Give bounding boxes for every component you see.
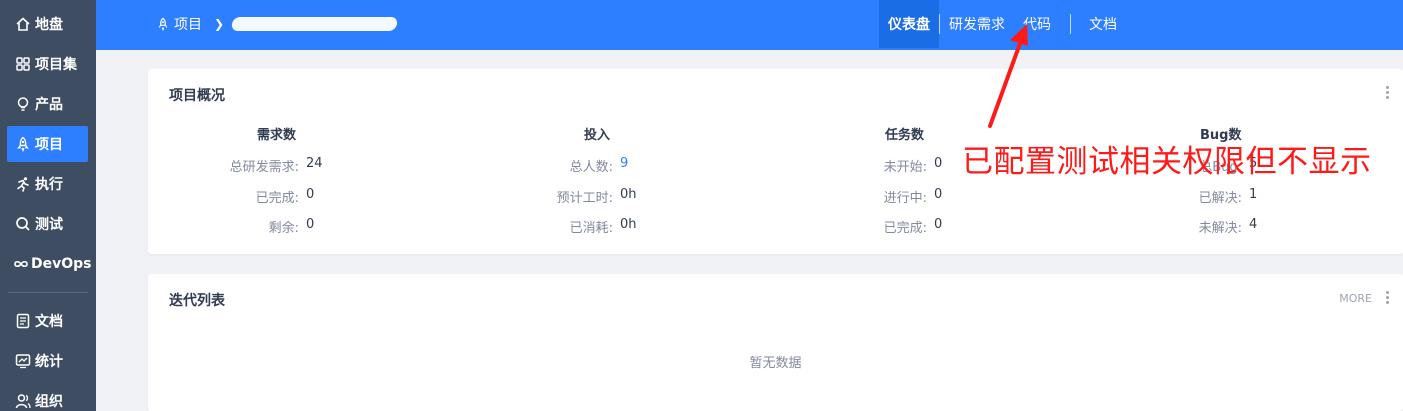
stat-value: 0	[306, 187, 315, 202]
chevron-right-icon: ❯	[214, 17, 225, 31]
more-options-icon[interactable]	[1386, 86, 1390, 101]
breadcrumb: 项目 ❯	[156, 0, 399, 48]
sidebar-item-project[interactable]: 项目	[7, 126, 88, 162]
stat-label: 未解决:	[1198, 221, 1242, 236]
rocket-icon	[13, 136, 33, 152]
empty-state-text: 暂无数据	[749, 356, 802, 371]
nav-divider	[1070, 14, 1071, 34]
iteration-list-card: 迭代列表 MORE 暂无数据	[148, 274, 1403, 411]
sidebar-item-label: 执行	[35, 177, 63, 193]
stat-label: 总研发需求:	[229, 160, 299, 175]
sidebar-item-program[interactable]: 项目集	[7, 46, 88, 82]
grid-icon	[13, 56, 33, 72]
sidebar-item-label: 地盘	[35, 17, 63, 33]
stat-label: 预计工时:	[556, 191, 613, 206]
stat-value: 0	[306, 217, 315, 232]
stat-value: 1	[1249, 187, 1258, 202]
column-title: 需求数	[257, 128, 297, 143]
lightbulb-icon	[13, 96, 33, 112]
sidebar-item-label: 组织	[35, 394, 63, 410]
top-header: 项目 ❯ 仪表盘 研发需求 代码 文档	[96, 0, 1403, 50]
sidebar-item-devops[interactable]: DevOps	[7, 246, 92, 282]
stat-label: 剩余:	[268, 221, 299, 236]
stat-value: 0	[934, 217, 943, 232]
more-options-icon[interactable]	[1386, 291, 1390, 306]
stat-value: 0h	[620, 217, 637, 232]
column-title: 任务数	[885, 128, 925, 143]
stat-value: 0	[934, 187, 943, 202]
home-icon	[13, 16, 33, 32]
stat-value: 0	[934, 156, 943, 171]
stat-label: 已解决:	[1198, 191, 1242, 206]
stat-value: 4	[1249, 217, 1258, 232]
infinity-icon	[13, 256, 29, 272]
stat-label: 已完成:	[883, 221, 927, 236]
stat-label: 已完成:	[255, 191, 299, 206]
stat-value: 24	[306, 156, 323, 171]
document-icon	[13, 313, 33, 329]
stat-label: 已消耗:	[569, 221, 613, 236]
sidebar-item-organization[interactable]: 组织	[7, 383, 88, 411]
users-icon	[13, 393, 33, 409]
sidebar-item-label: 项目集	[35, 57, 77, 73]
tab-docs[interactable]: 文档	[1080, 0, 1126, 48]
magnifier-icon	[13, 216, 33, 232]
sidebar-item-test[interactable]: 测试	[7, 206, 88, 242]
rocket-icon	[158, 17, 168, 31]
run-icon	[13, 176, 33, 192]
stat-label: 未开始:	[883, 160, 927, 175]
sidebar-item-label: 产品	[35, 97, 63, 113]
tab-dashboard[interactable]: 仪表盘	[879, 0, 939, 48]
card-title: 迭代列表	[169, 293, 225, 309]
card-title: 项目概况	[169, 88, 225, 104]
stat-value: 0h	[620, 187, 637, 202]
stat-label: 总人数:	[569, 160, 613, 175]
sidebar-item-label: 文档	[35, 314, 63, 330]
sidebar-item-execution[interactable]: 执行	[7, 166, 88, 202]
sidebar-item-dashboard[interactable]: 地盘	[7, 6, 88, 42]
annotation-text: 已配置测试相关权限但不显示	[962, 144, 1372, 180]
more-link[interactable]: MORE	[1339, 292, 1372, 305]
member-count-link[interactable]: 9	[620, 156, 628, 171]
redacted-project-name[interactable]	[230, 17, 399, 31]
sidebar-item-label: DevOps	[31, 256, 92, 272]
column-title: 投入	[584, 128, 611, 143]
stat-label: 进行中:	[883, 191, 927, 206]
sidebar-item-docs[interactable]: 文档	[7, 303, 88, 339]
chart-icon	[13, 353, 33, 369]
sidebar-item-label: 统计	[35, 354, 63, 370]
sidebar-item-statistics[interactable]: 统计	[7, 343, 88, 379]
annotation-arrow	[988, 24, 1028, 128]
sidebar-item-label: 测试	[35, 217, 63, 233]
sidebar-item-product[interactable]: 产品	[7, 86, 88, 122]
sidebar: 地盘 项目集 产品 项目 执行 测试 DevOps 文档 统计 组织	[0, 0, 96, 411]
sidebar-item-label: 项目	[35, 137, 63, 153]
breadcrumb-root[interactable]: 项目	[174, 14, 202, 34]
sidebar-divider	[8, 292, 88, 293]
